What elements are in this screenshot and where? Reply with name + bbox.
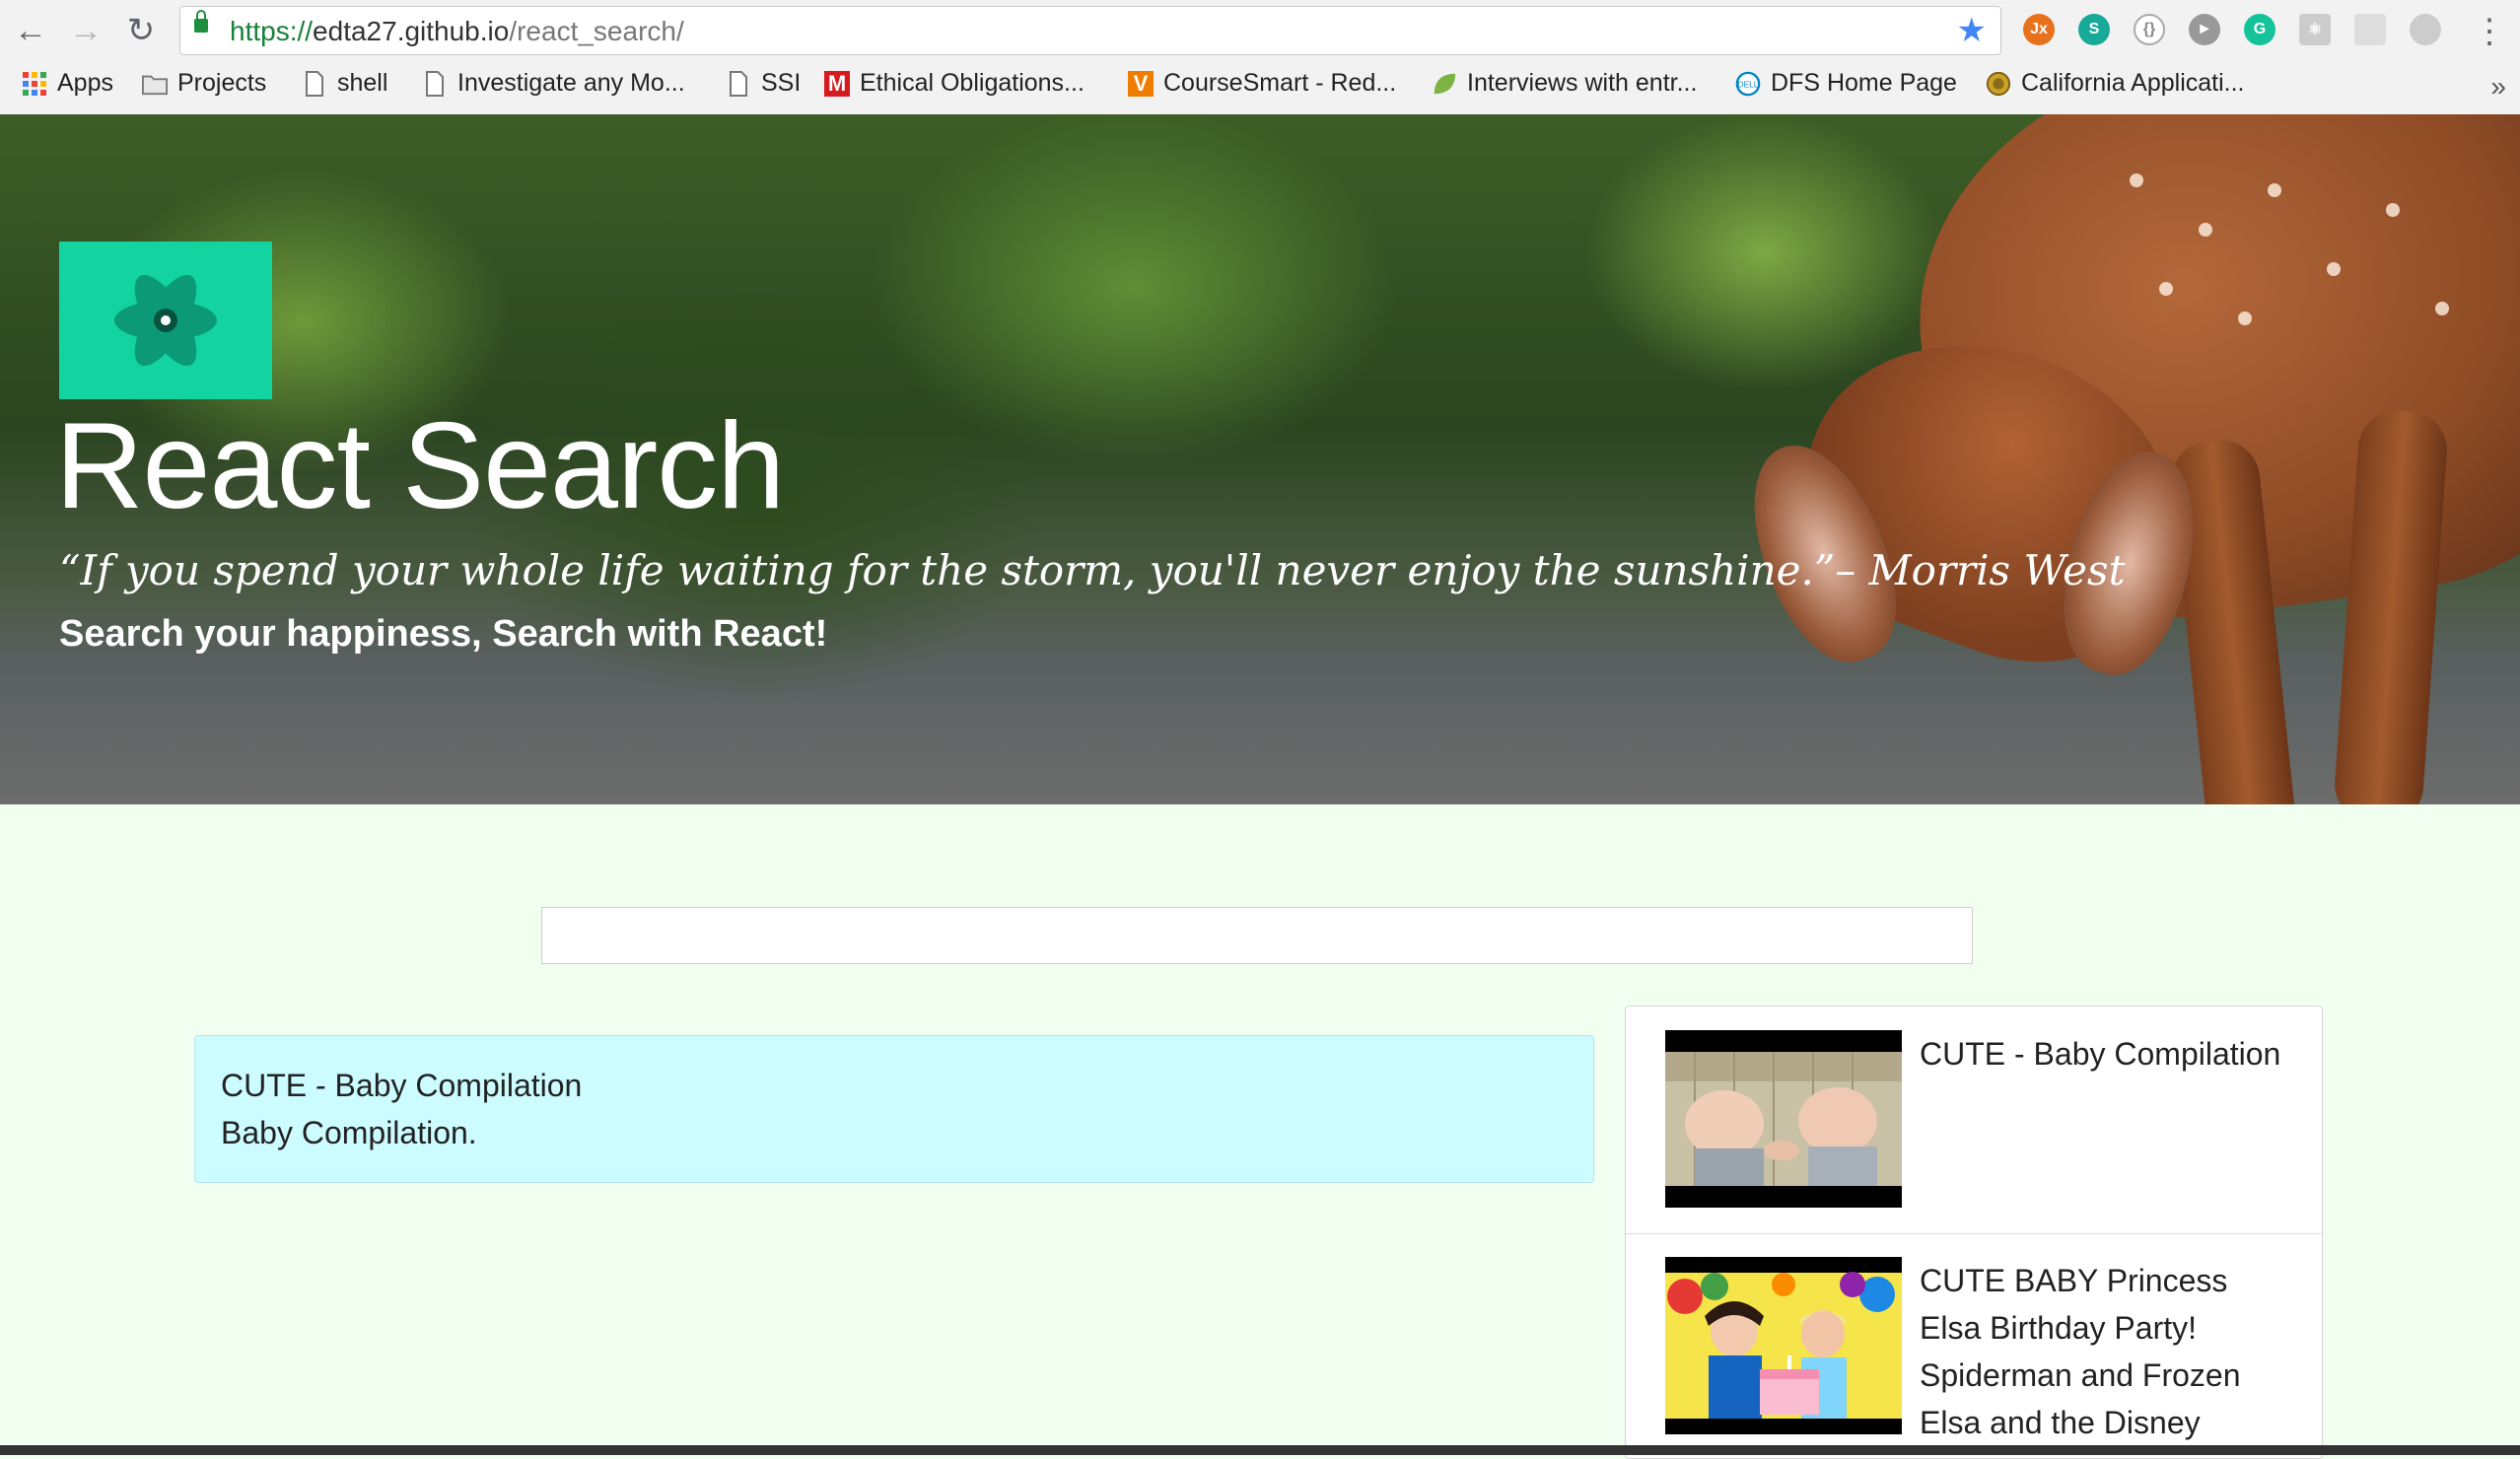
bookmark-ethical[interactable]: M Ethical Obligations... <box>824 69 1085 98</box>
list-item[interactable]: CUTE - Baby Compilation <box>1626 1007 2322 1234</box>
jx-extension-icon[interactable]: Jx <box>2023 14 2055 45</box>
video-result-list: CUTE - Baby Compilation CUTE BABY Prince <box>1625 1006 2323 1459</box>
url-host: edta27.github.io <box>313 16 510 46</box>
browser-menu-icon[interactable]: ⋮ <box>2473 12 2506 51</box>
react-extension-icon[interactable]: ⚛ <box>2299 14 2331 45</box>
hero-banner: React Search “If you spend your whole li… <box>0 114 2520 804</box>
seal-icon <box>1986 71 2011 97</box>
selected-video-description: Baby Compilation. <box>221 1115 477 1150</box>
feather-extension-icon[interactable] <box>2410 14 2441 45</box>
bookmark-apps[interactable]: Apps <box>22 69 113 98</box>
bookmark-investigate[interactable]: Investigate any Mo... <box>422 69 685 98</box>
party-thumbnail <box>1665 1257 1902 1434</box>
page-title: React Search <box>55 398 785 534</box>
hero-tagline: Search your happiness, Search with React… <box>59 613 828 655</box>
bookmark-california[interactable]: California Applicati... <box>1986 69 2245 98</box>
bookmark-label: Projects <box>177 69 267 97</box>
video-title[interactable]: CUTE - Baby Compilation <box>1920 1030 2294 1077</box>
video-thumbnail[interactable] <box>1665 1257 1902 1434</box>
bookmark-star-icon[interactable]: ★ <box>1957 11 1987 50</box>
plugin-extension-icon[interactable]: ► <box>2189 14 2220 45</box>
hero-quote: “If you spend your whole life waiting fo… <box>59 546 2126 594</box>
lock-icon <box>194 10 208 33</box>
bookmark-shell[interactable]: shell <box>302 69 387 98</box>
selected-video-title: CUTE - Baby Compilation <box>221 1068 583 1103</box>
address-bar[interactable]: https://edta27.github.io/react_search/ ★ <box>179 6 2001 55</box>
dell-logo-icon: DELL <box>1735 71 1761 97</box>
bookmark-projects[interactable]: Projects <box>142 69 266 98</box>
bookmark-label: SSI <box>761 69 802 97</box>
bookmark-label: CourseSmart - Red... <box>1163 69 1397 97</box>
bookmark-label: DFS Home Page <box>1771 69 1957 97</box>
bookmark-label: Investigate any Mo... <box>457 69 685 97</box>
bookmark-label: California Applicati... <box>2021 69 2245 97</box>
atom-icon <box>114 274 217 367</box>
bookmark-dfs[interactable]: DELL DFS Home Page <box>1735 69 1957 98</box>
bookmark-label: Ethical Obligations... <box>860 69 1085 97</box>
apps-grid-icon <box>22 71 47 97</box>
video-title[interactable]: CUTE BABY Princess Elsa Birthday Party! … <box>1920 1257 2294 1446</box>
page-icon <box>302 70 327 97</box>
leaf-icon <box>1432 71 1457 97</box>
bookmark-label: shell <box>337 69 388 97</box>
url-text: https://edta27.github.io/react_search/ <box>230 16 684 47</box>
bookmark-ssi[interactable]: SSI <box>726 69 801 98</box>
image-extension-icon[interactable] <box>2354 14 2386 45</box>
selected-video-card: CUTE - Baby Compilation Baby Compilation… <box>194 1035 1594 1183</box>
video-thumbnail[interactable] <box>1665 1030 1902 1208</box>
forward-icon[interactable]: → <box>63 8 108 53</box>
window-bottom-edge <box>0 1445 2520 1455</box>
search-input[interactable] <box>541 907 1973 964</box>
folder-icon <box>142 71 168 97</box>
reload-icon[interactable]: ↻ <box>118 8 164 53</box>
svg-text:DELL: DELL <box>1738 79 1759 89</box>
react-logo <box>59 242 272 399</box>
m-logo-icon: M <box>824 70 850 97</box>
babies-thumbnail <box>1665 1030 1902 1208</box>
list-item[interactable]: CUTE BABY Princess Elsa Birthday Party! … <box>1626 1233 2322 1458</box>
bookmarks-bar: Apps Projects shell Investigate any Mo..… <box>0 63 2520 108</box>
grammarly-extension-icon[interactable]: G <box>2244 14 2275 45</box>
page-icon <box>422 70 448 97</box>
code-extension-icon[interactable]: {} <box>2134 14 2165 45</box>
back-icon[interactable]: ← <box>8 8 53 53</box>
bookmark-label: Interviews with entr... <box>1467 69 1698 97</box>
url-scheme: https:// <box>230 16 314 46</box>
bookmark-label: Apps <box>57 69 113 97</box>
url-path: /react_search/ <box>509 16 684 46</box>
bookmark-coursesmart[interactable]: V CourseSmart - Red... <box>1128 69 1396 98</box>
browser-chrome: ← → ↻ https://edta27.github.io/react_sea… <box>0 0 2520 115</box>
bookmark-interviews[interactable]: Interviews with entr... <box>1432 69 1697 98</box>
page-icon <box>726 70 751 97</box>
bookmarks-overflow-button[interactable]: » <box>2490 71 2506 103</box>
s-extension-icon[interactable]: S <box>2078 14 2110 45</box>
v-logo-icon: V <box>1128 70 1154 97</box>
